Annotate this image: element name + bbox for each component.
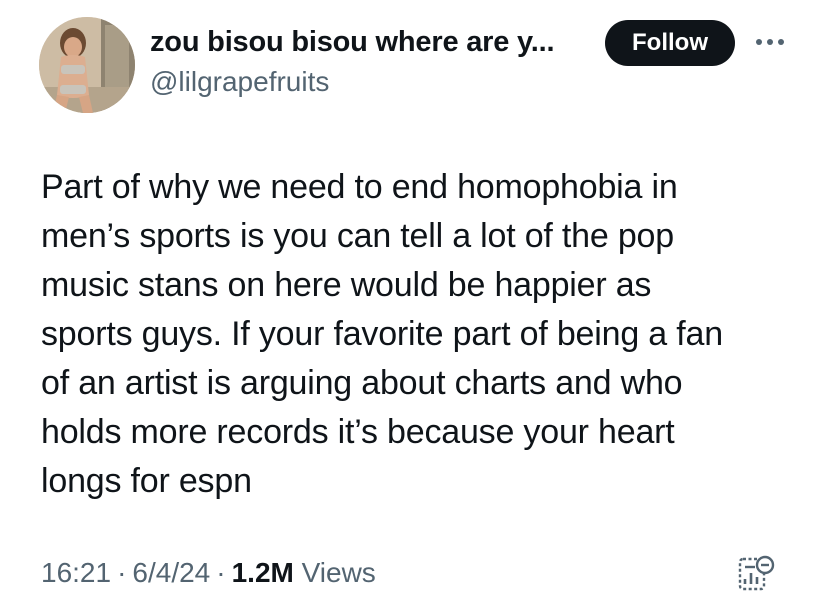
tweet-meta: 16:21 · 6/4/24 · 1.2M Views	[41, 557, 376, 589]
more-horizontal-icon[interactable]	[752, 30, 788, 54]
tweet-text-line: sports guys. If your favorite part of be…	[41, 315, 723, 353]
meta-separator: ·	[117, 557, 127, 588]
tweet-date[interactable]: 6/4/24	[132, 557, 210, 588]
profile-photo-icon	[39, 17, 135, 113]
views-label: Views	[301, 557, 376, 588]
tweet-text-line: holds more records it’s because your hea…	[41, 413, 675, 451]
meta-separator: ·	[216, 557, 226, 588]
author-handle[interactable]: @lilgrapefruits	[150, 66, 329, 98]
tweet-text-line: men’s sports is you can tell a lot of th…	[41, 217, 674, 255]
avatar[interactable]	[39, 17, 135, 113]
tweet-time[interactable]: 16:21	[41, 557, 111, 588]
follow-button[interactable]: Follow	[605, 20, 735, 66]
author-display-name[interactable]: zou bisou bisou where are y...	[150, 26, 555, 59]
views-count: 1.2M	[231, 557, 294, 588]
tweet-text: Part of why we need to end homophobia in…	[41, 163, 801, 506]
tweet-card: zou bisou bisou where are y... @lilgrape…	[0, 0, 828, 616]
tweet-text-line: longs for espn	[41, 462, 252, 500]
tweet-text-line: music stans on here would be happier as	[41, 266, 652, 304]
tweet-text-line: of an artist is arguing about charts and…	[41, 364, 683, 402]
view-analytics-icon[interactable]	[736, 553, 776, 593]
tweet-text-line: Part of why we need to end homophobia in	[41, 168, 678, 206]
